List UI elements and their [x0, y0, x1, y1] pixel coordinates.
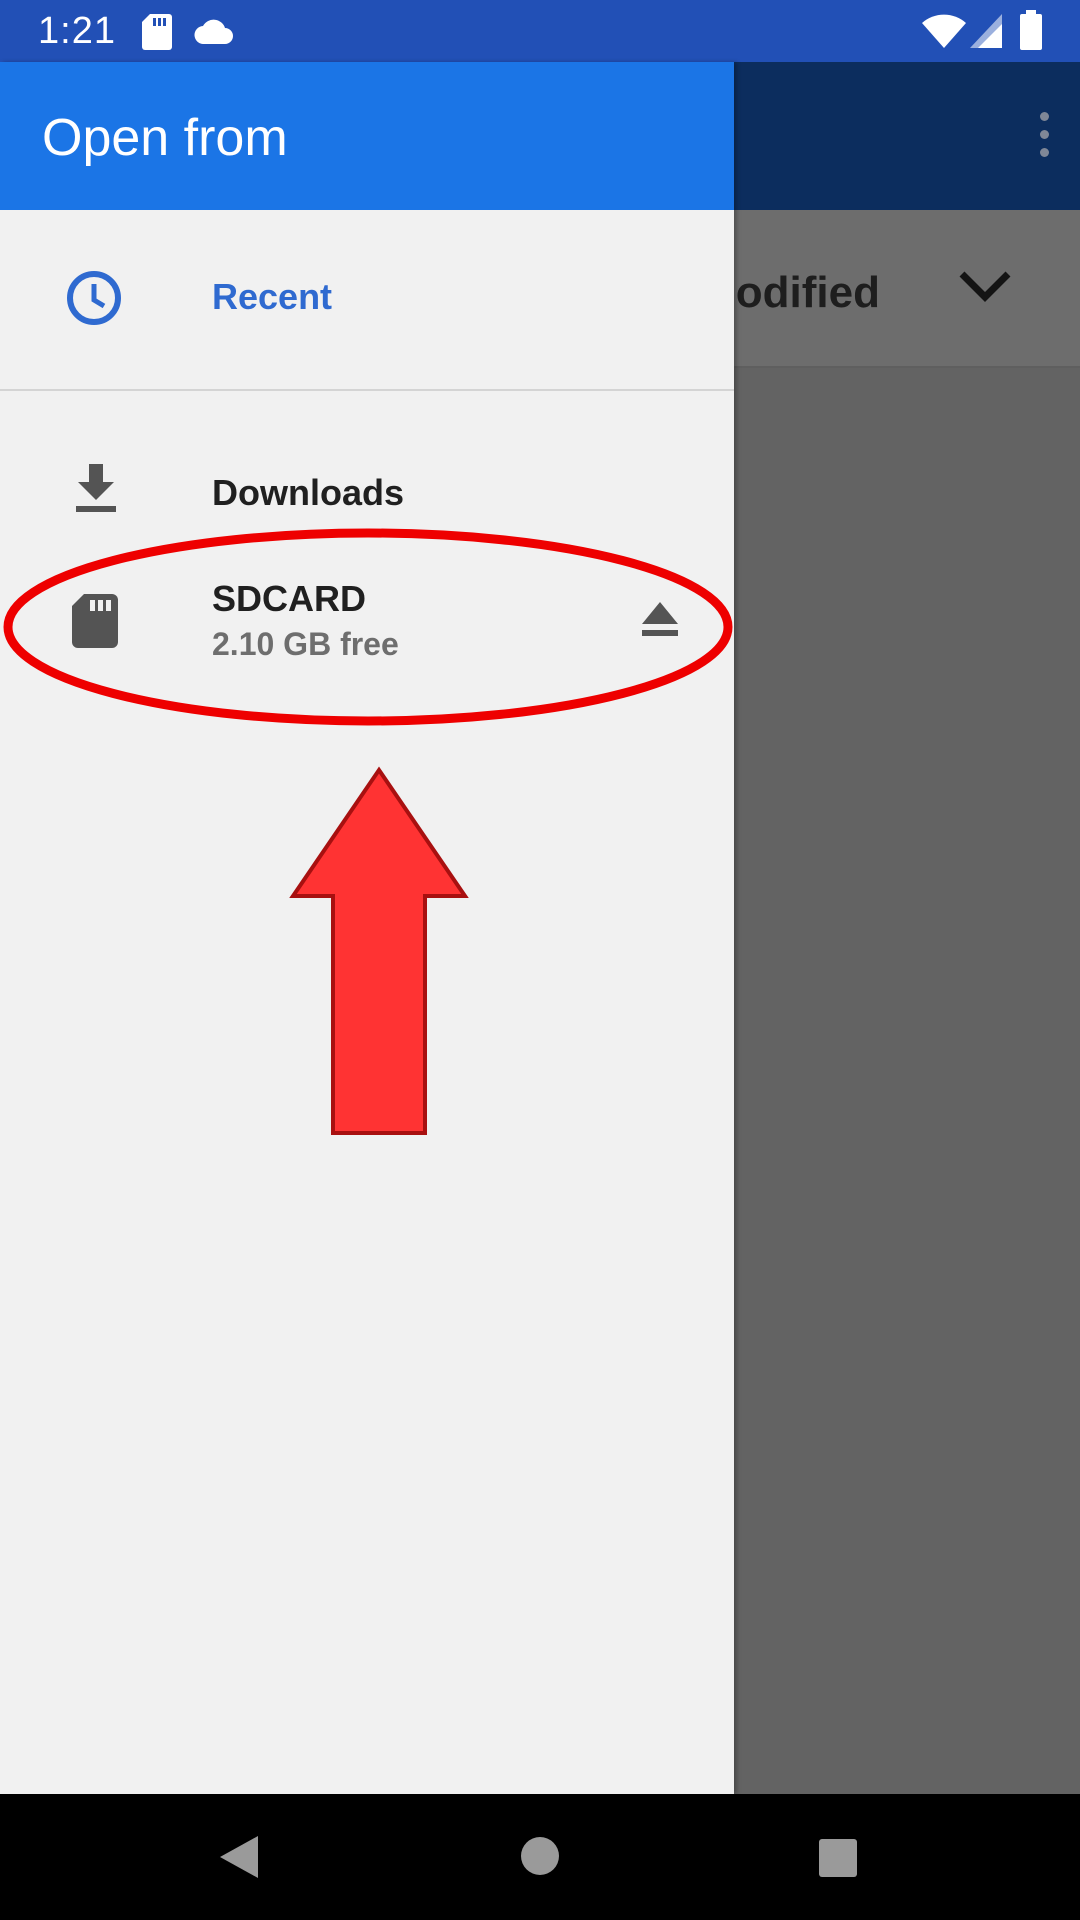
status-bar: 1:21 [0, 0, 1080, 62]
drawer-item-recent[interactable]: Recent [0, 210, 734, 388]
battery-icon [1020, 10, 1042, 55]
drawer-item-label: Downloads [212, 472, 405, 513]
wifi-icon [922, 14, 966, 53]
eject-icon[interactable] [640, 602, 680, 643]
drawer-divider [0, 389, 734, 391]
chevron-down-icon[interactable] [958, 270, 1012, 309]
drawer-item-sublabel: 2.10 GB free [212, 626, 399, 662]
drawer-item-label: Recent [212, 276, 333, 317]
download-icon [74, 464, 118, 519]
sd-card-icon [72, 594, 118, 653]
cloud-icon [194, 18, 234, 49]
status-time: 1:21 [38, 10, 116, 52]
sd-card-icon [142, 14, 172, 55]
home-icon[interactable] [520, 1836, 560, 1881]
drawer-item-sdcard[interactable]: SDCARD 2.10 GB free [0, 560, 734, 700]
signal-icon [970, 14, 1002, 53]
recents-icon[interactable] [818, 1838, 858, 1883]
drawer-item-downloads[interactable]: Downloads [0, 452, 734, 552]
drawer-item-label: SDCARD [212, 578, 367, 619]
overflow-menu-icon[interactable] [1034, 112, 1054, 162]
drawer-title: Open from [42, 109, 288, 167]
back-icon[interactable] [218, 1834, 260, 1885]
navigation-drawer: Open from Recent Downloads SDCARD 2.10 G… [0, 62, 734, 1794]
navigation-bar [0, 1794, 1080, 1920]
drawer-header: Open from [0, 62, 734, 210]
clock-icon [62, 266, 126, 335]
